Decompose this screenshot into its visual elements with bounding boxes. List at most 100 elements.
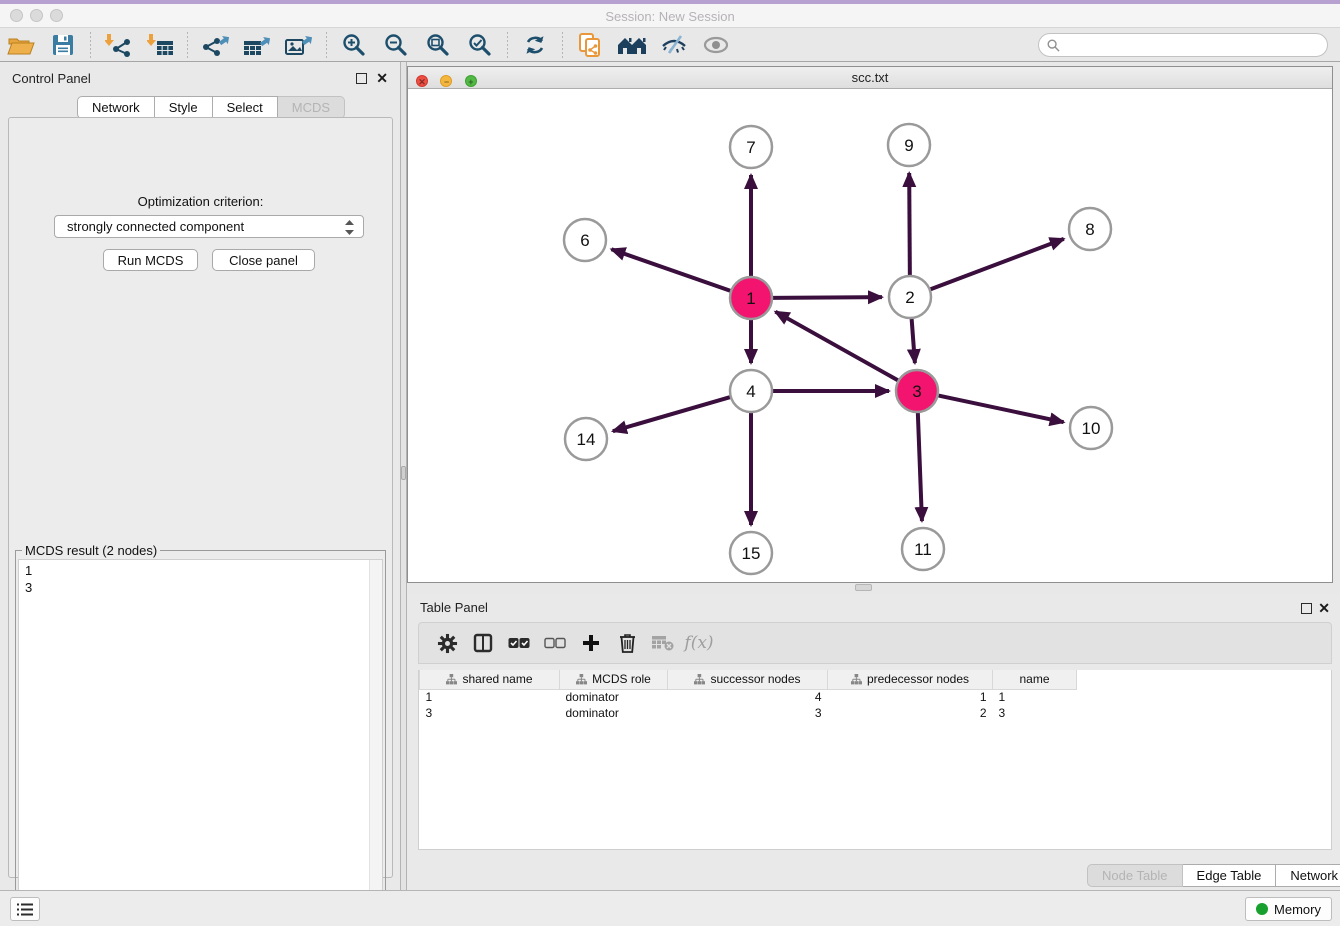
tab-mcds[interactable]: MCDS bbox=[278, 96, 345, 119]
column-header-name[interactable]: name bbox=[993, 670, 1077, 689]
table-row[interactable]: 3dominator323 bbox=[420, 705, 1077, 721]
node-label-6: 6 bbox=[580, 231, 589, 250]
delete-table-button[interactable] bbox=[645, 628, 681, 658]
tab-node-table[interactable]: Node Table bbox=[1087, 864, 1183, 887]
show-button[interactable] bbox=[698, 30, 734, 60]
network-view-title: scc.txt bbox=[408, 70, 1332, 85]
toolbar-separator bbox=[187, 32, 188, 58]
column-header-predecessor-nodes[interactable]: predecessor nodes bbox=[828, 670, 993, 689]
search-icon bbox=[1047, 39, 1060, 52]
zoom-fit-button[interactable] bbox=[420, 30, 456, 60]
tab-select[interactable]: Select bbox=[213, 96, 278, 119]
table-cell[interactable]: dominator bbox=[560, 689, 668, 705]
export-image-button[interactable] bbox=[281, 30, 317, 60]
float-table-panel-icon[interactable] bbox=[1301, 603, 1312, 614]
mcds-result-list[interactable]: 1 3 bbox=[18, 559, 383, 921]
float-panel-icon[interactable] bbox=[356, 73, 367, 84]
control-panel: Control Panel ✕ Network Style Select MCD… bbox=[0, 62, 400, 890]
table-cell[interactable]: 3 bbox=[420, 705, 560, 721]
table-settings-button[interactable] bbox=[429, 628, 465, 658]
tab-network[interactable]: Network bbox=[77, 96, 155, 119]
open-session-button[interactable] bbox=[3, 30, 39, 60]
mcds-result-title: MCDS result (2 nodes) bbox=[22, 543, 160, 558]
unchecked-boxes-icon bbox=[544, 637, 566, 649]
app-title: Session: New Session bbox=[0, 9, 1340, 24]
table-cell[interactable]: 4 bbox=[668, 689, 828, 705]
edge-4-14[interactable] bbox=[613, 397, 730, 431]
splitter-handle[interactable] bbox=[401, 466, 406, 480]
table-cell[interactable]: 3 bbox=[993, 705, 1077, 721]
gear-icon bbox=[437, 633, 458, 654]
table-cell[interactable]: dominator bbox=[560, 705, 668, 721]
table-toolbar: f(x) bbox=[418, 622, 1332, 664]
node-label-2: 2 bbox=[905, 288, 914, 307]
close-panel-button[interactable]: Close panel bbox=[212, 249, 315, 271]
horizontal-splitter-handle[interactable] bbox=[855, 584, 872, 591]
column-header-successor-nodes[interactable]: successor nodes bbox=[668, 670, 828, 689]
function-builder-button[interactable]: f(x) bbox=[681, 628, 717, 658]
edge-3-1[interactable] bbox=[775, 312, 897, 381]
search-input[interactable] bbox=[1060, 38, 1310, 52]
network-graph-canvas[interactable]: 7968124314101511 bbox=[408, 89, 1332, 582]
edge-2-3[interactable] bbox=[912, 319, 915, 363]
import-table-button[interactable] bbox=[142, 30, 178, 60]
edge-1-2[interactable] bbox=[773, 297, 882, 298]
home-button[interactable] bbox=[614, 30, 650, 60]
tab-edge-table[interactable]: Edge Table bbox=[1183, 864, 1277, 887]
edge-3-10[interactable] bbox=[939, 396, 1064, 423]
zoom-out-button[interactable] bbox=[378, 30, 414, 60]
show-columns-button[interactable] bbox=[465, 628, 501, 658]
table-cell[interactable]: 1 bbox=[993, 689, 1077, 705]
columns-icon bbox=[473, 633, 493, 653]
edge-1-6[interactable] bbox=[611, 249, 730, 291]
delete-table-icon bbox=[652, 635, 674, 651]
table-cell[interactable]: 1 bbox=[420, 689, 560, 705]
select-all-rows-button[interactable] bbox=[501, 628, 537, 658]
table-cell[interactable]: 3 bbox=[668, 705, 828, 721]
toolbar-separator bbox=[326, 32, 327, 58]
run-mcds-button[interactable]: Run MCDS bbox=[103, 249, 198, 271]
table-row[interactable]: 1dominator411 bbox=[420, 689, 1077, 705]
criterion-select[interactable]: strongly connected component bbox=[54, 215, 364, 238]
trash-icon bbox=[619, 633, 636, 653]
search-box[interactable] bbox=[1038, 33, 1328, 57]
save-session-button[interactable] bbox=[45, 30, 81, 60]
edge-3-11[interactable] bbox=[918, 413, 922, 521]
table-cell[interactable]: 1 bbox=[828, 689, 993, 705]
zoom-in-button[interactable] bbox=[336, 30, 372, 60]
hide-button[interactable] bbox=[656, 30, 692, 60]
table-panel: Table Panel ✕ bbox=[407, 594, 1340, 890]
control-panel-header: Control Panel ✕ bbox=[0, 68, 400, 90]
deselect-all-rows-button[interactable] bbox=[537, 628, 573, 658]
import-network-button[interactable] bbox=[100, 30, 136, 60]
edge-2-8[interactable] bbox=[931, 239, 1064, 289]
close-table-panel-icon[interactable]: ✕ bbox=[1318, 600, 1330, 617]
edge-2-9[interactable] bbox=[909, 173, 910, 275]
column-header-shared-name[interactable]: shared name bbox=[420, 670, 560, 689]
create-column-button[interactable] bbox=[573, 628, 609, 658]
toolbar-separator bbox=[562, 32, 563, 58]
close-panel-icon[interactable]: ✕ bbox=[376, 70, 388, 87]
clone-network-button[interactable] bbox=[572, 30, 608, 60]
memory-button[interactable]: Memory bbox=[1245, 897, 1332, 921]
scrollbar-track[interactable] bbox=[369, 560, 382, 920]
column-header-MCDS-role[interactable]: MCDS role bbox=[560, 670, 668, 689]
table-cell[interactable]: 2 bbox=[828, 705, 993, 721]
clone-network-icon bbox=[577, 32, 603, 58]
optimization-criterion-label: Optimization criterion: bbox=[9, 194, 392, 209]
task-history-button[interactable] bbox=[10, 897, 40, 921]
tab-network-table[interactable]: Network Table bbox=[1276, 864, 1340, 887]
vertical-splitter[interactable] bbox=[400, 62, 407, 890]
zoom-selected-button[interactable] bbox=[462, 30, 498, 60]
delete-column-button[interactable] bbox=[609, 628, 645, 658]
export-table-button[interactable] bbox=[239, 30, 275, 60]
node-table: shared nameMCDS rolesuccessor nodesprede… bbox=[418, 670, 1332, 850]
refresh-button[interactable] bbox=[517, 30, 553, 60]
tab-style[interactable]: Style bbox=[155, 96, 213, 119]
node-label-9: 9 bbox=[904, 136, 913, 155]
node-table-grid[interactable]: shared nameMCDS rolesuccessor nodesprede… bbox=[419, 670, 1077, 721]
zoom-selected-icon bbox=[468, 33, 492, 57]
select-stepper-icon bbox=[344, 219, 355, 239]
export-network-button[interactable] bbox=[197, 30, 233, 60]
network-window-titlebar[interactable]: ✕ − + scc.txt bbox=[408, 67, 1332, 89]
